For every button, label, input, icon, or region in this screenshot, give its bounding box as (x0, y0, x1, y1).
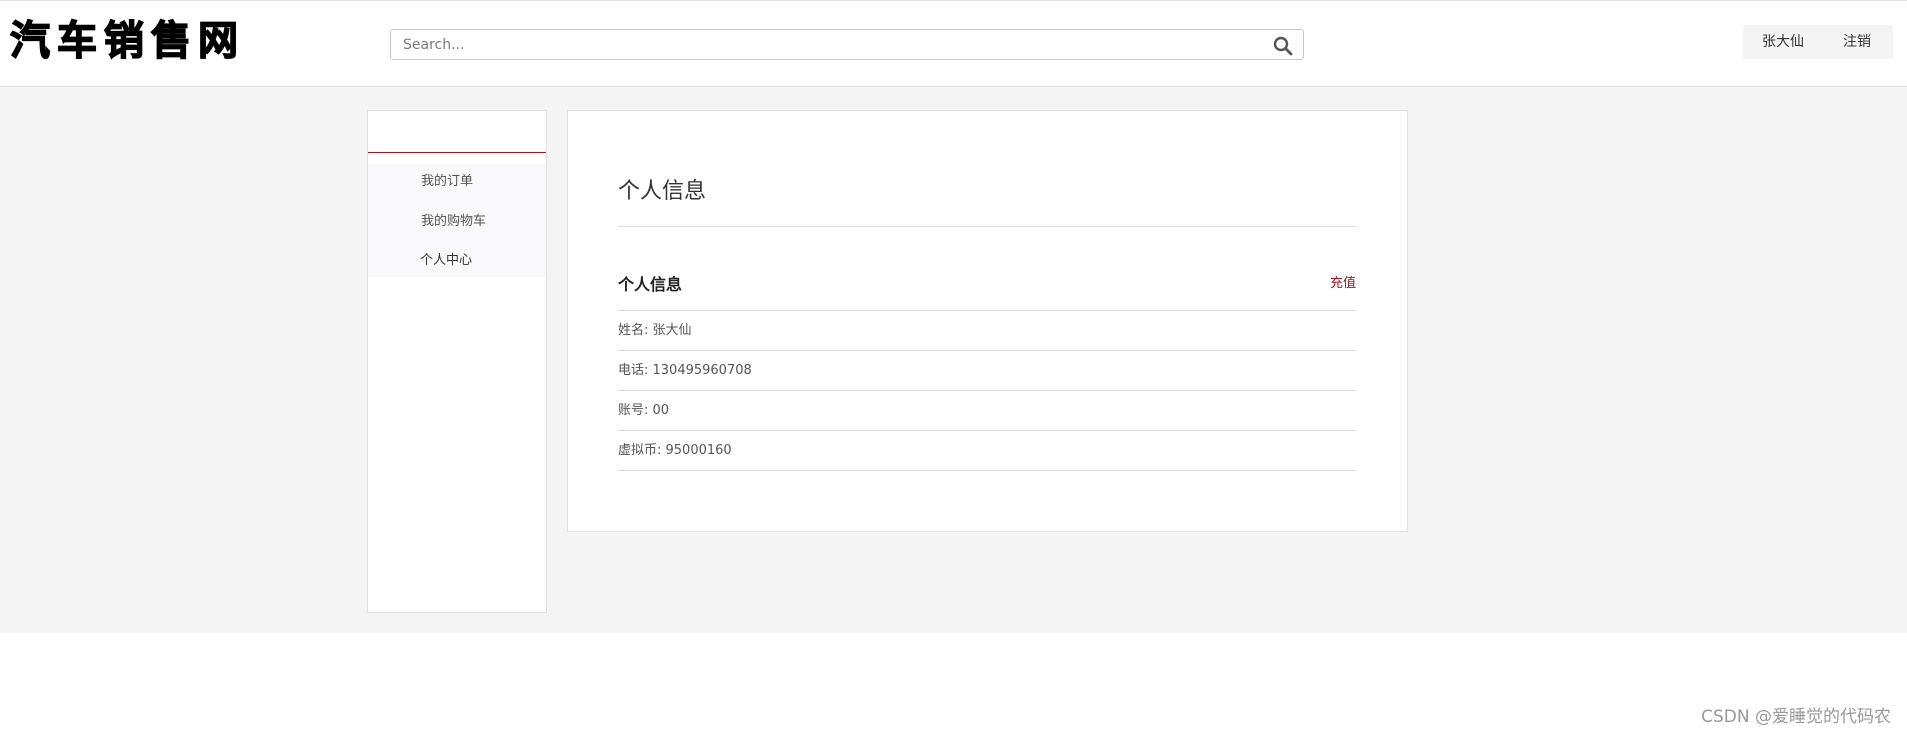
info-row-coins: 虚拟币: 95000160 (618, 431, 1356, 471)
sidebar-item-cart[interactable]: 我的购物车 (421, 214, 486, 230)
top-header: 汽车销售网 张大仙 注销 (0, 0, 1907, 87)
info-phone: 电话: 130495960708 (618, 363, 752, 378)
title-divider (618, 226, 1356, 227)
info-name: 姓名: 张大仙 (618, 323, 692, 338)
info-virtual-coins: 虚拟币: 95000160 (618, 443, 732, 458)
user-name-link[interactable]: 张大仙 (1762, 34, 1804, 50)
user-area: 张大仙 注销 (1743, 25, 1893, 59)
section-title: 个人信息 (618, 275, 683, 294)
info-row-phone: 电话: 130495960708 (618, 351, 1356, 391)
info-row-name: 姓名: 张大仙 (618, 311, 1356, 351)
sidebar-accent-divider (368, 152, 546, 153)
sidebar: 我的订单 我的购物车 个人中心 (367, 110, 547, 613)
search-box[interactable] (390, 29, 1304, 60)
csdn-watermark: CSDN @爱睡觉的代码农 (1701, 707, 1891, 727)
profile-card: 个人信息 个人信息 充值 姓名: 张大仙 电话: 130495960708 账号… (567, 110, 1408, 532)
info-account: 账号: 00 (618, 403, 670, 418)
recharge-link[interactable]: 充值 (1330, 276, 1356, 292)
info-row-account: 账号: 00 (618, 391, 1356, 431)
logout-link[interactable]: 注销 (1843, 34, 1871, 50)
sidebar-item-orders[interactable]: 我的订单 (421, 174, 473, 190)
page-title: 个人信息 (618, 179, 707, 204)
search-icon[interactable] (1273, 36, 1293, 56)
site-logo[interactable]: 汽车销售网 (9, 15, 245, 67)
sidebar-item-personal-center[interactable]: 个人中心 (420, 253, 472, 269)
sidebar-menu: 我的订单 我的购物车 个人中心 (368, 164, 546, 277)
search-input[interactable] (403, 30, 1253, 59)
